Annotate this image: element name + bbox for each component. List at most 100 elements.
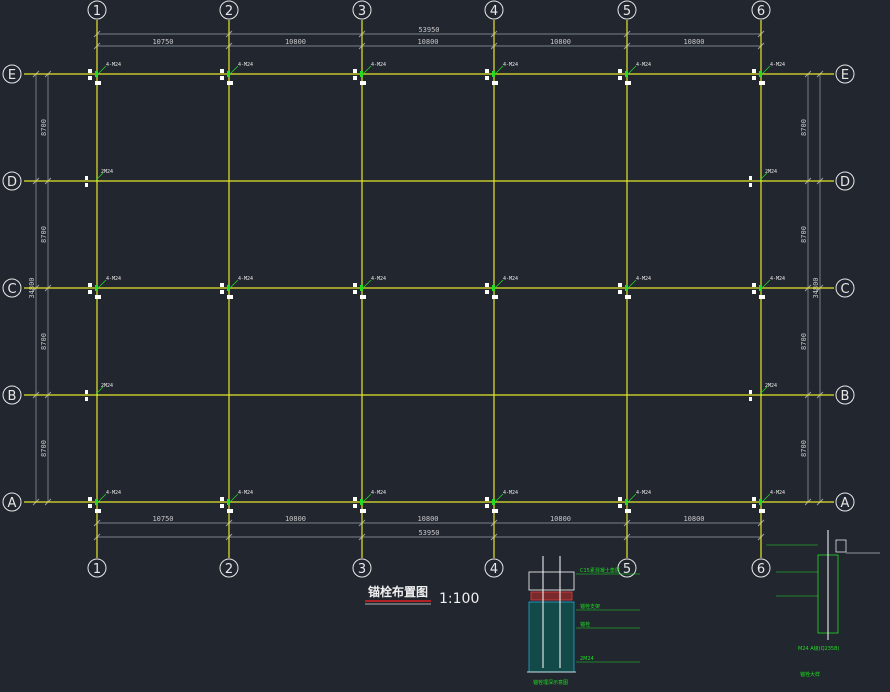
anchor-bolt-mark xyxy=(220,290,224,294)
anchor-bolt-mark xyxy=(485,497,489,501)
anchor-bolt-mark xyxy=(492,295,498,299)
detail-label-4: 2M24 xyxy=(580,656,594,662)
dim-row-spacing: 8700 xyxy=(40,226,48,243)
anchor-bolt-mark xyxy=(227,295,233,299)
anchor-plate-mark xyxy=(360,71,363,77)
anchor-tag: 4-M24 xyxy=(503,62,518,68)
axis-bubble-E-left: E xyxy=(2,64,22,84)
anchor-bolt-mark xyxy=(485,69,489,73)
axis-bubble-label: B xyxy=(841,389,850,404)
anchor-tag: 4-M24 xyxy=(503,490,518,496)
anchor-tag: 2M24 xyxy=(101,169,113,175)
dim-row-spacing: 8700 xyxy=(800,119,808,136)
anchor-bolt-mark xyxy=(618,69,622,73)
anchor-bolt-mark xyxy=(220,283,224,287)
plate-detail-label: M24 A级(Q235B) xyxy=(798,645,840,652)
dim-row-spacing: 8700 xyxy=(40,119,48,136)
anchor-bolt-mark xyxy=(85,176,88,180)
dim-column-spacing: 10800 xyxy=(417,515,438,523)
axis-bubbles: 1 1 2 2 3 3 4 4 5 5 6 6 E E D D C C B B A A xyxy=(2,0,855,578)
drawing-canvas: 10750 10800 10800 10800 10800 53950 10750 10800… xyxy=(2,0,880,686)
anchor-bolt-mark xyxy=(485,504,489,508)
plate-detail-title: 锚栓大样 xyxy=(800,671,820,678)
anchor-bolt-mark xyxy=(353,504,357,508)
axis-bubble-label: 1 xyxy=(93,562,101,577)
axis-bubble-6-top: 6 xyxy=(751,0,771,20)
anchor-tag: 4-M24 xyxy=(636,490,651,496)
anchor-leader xyxy=(627,65,637,75)
axis-bubble-label: 3 xyxy=(358,562,366,577)
anchor-plate-mark xyxy=(95,499,98,505)
detail-label-3: 锚栓 xyxy=(580,621,590,628)
anchor-bolt-mark xyxy=(220,497,224,501)
anchor-tag: 4-M24 xyxy=(770,276,785,282)
anchor-plate-mark xyxy=(492,285,495,291)
anchor-tag: 4-M24 xyxy=(106,62,121,68)
anchor-leader xyxy=(761,493,771,503)
anchor-bolt-mark xyxy=(618,497,622,501)
axis-bubble-label: C xyxy=(840,282,849,297)
anchor-tag: 4-M24 xyxy=(106,276,121,282)
anchor-bolt-mark xyxy=(749,397,752,401)
anchor-bolt-mark xyxy=(749,176,752,180)
axis-bubble-label: 6 xyxy=(757,562,765,577)
dim-column-total: 53950 xyxy=(418,26,439,34)
anchor-leader xyxy=(627,493,637,503)
anchor-bolt-mark xyxy=(220,76,224,80)
anchor-leader xyxy=(494,279,504,289)
anchor-bolt-mark xyxy=(752,283,756,287)
anchor-tag: 4-M24 xyxy=(238,62,253,68)
anchor-plate-detail: M24 A级(Q235B) 锚栓大样 xyxy=(766,530,880,678)
anchor-bolt-D6: 2M24 xyxy=(749,169,777,187)
anchor-tag: 4-M24 xyxy=(238,276,253,282)
dim-column-spacing: 10800 xyxy=(285,38,306,46)
detail-section-title: 锚栓埋深示意图 xyxy=(533,679,568,686)
axis-bubble-label: D xyxy=(7,175,17,190)
detail-label-1: C15素混凝土垫层 xyxy=(580,567,620,574)
axis-bubble-D-left: D xyxy=(2,171,22,191)
anchor-bolt-mark xyxy=(227,81,233,85)
anchor-plate-mark xyxy=(625,285,628,291)
anchor-leader xyxy=(97,493,107,503)
anchor-bolt-mark xyxy=(95,295,101,299)
axis-bubble-3-bottom: 3 xyxy=(352,558,372,578)
anchor-plate-mark xyxy=(492,499,495,505)
axis-bubble-label: 5 xyxy=(623,4,631,19)
anchor-tag: 4-M24 xyxy=(503,276,518,282)
axis-bubble-B-right: B xyxy=(835,385,855,405)
axis-bubble-C-right: C xyxy=(835,278,855,298)
anchor-leader xyxy=(494,493,504,503)
drawing-title-text: 锚栓布置图 xyxy=(368,584,428,599)
anchor-bolt-mark xyxy=(353,290,357,294)
anchor-bolt-mark xyxy=(360,295,366,299)
anchor-bolt-mark xyxy=(85,390,88,394)
anchor-tag: 4-M24 xyxy=(106,490,121,496)
anchor-bolt-mark xyxy=(227,509,233,513)
anchor-bolt-mark xyxy=(88,497,92,501)
anchor-plate-mark xyxy=(492,71,495,77)
anchor-bolt-mark xyxy=(749,183,752,187)
axis-bubble-label: D xyxy=(840,175,850,190)
axis-bubble-label: A xyxy=(841,496,850,511)
anchor-tag: 4-M24 xyxy=(770,490,785,496)
anchor-bolt-mark xyxy=(492,509,498,513)
anchor-leader xyxy=(362,65,372,75)
axis-bubble-5-top: 5 xyxy=(617,0,637,20)
anchor-bolt-mark xyxy=(353,497,357,501)
axis-bubble-label: 2 xyxy=(225,4,233,19)
anchor-bolt-mark xyxy=(353,69,357,73)
axis-bubble-B-left: B xyxy=(2,385,22,405)
anchor-bolt-mark xyxy=(353,76,357,80)
dim-column-total: 53950 xyxy=(418,529,439,537)
dim-column-spacing: 10750 xyxy=(152,38,173,46)
anchor-bolt-mark xyxy=(752,504,756,508)
plate-detail-nut xyxy=(835,539,847,553)
dim-column-spacing: 10800 xyxy=(285,515,306,523)
axis-bubble-label: A xyxy=(8,496,17,511)
anchor-plate-mark xyxy=(360,285,363,291)
anchor-bolt-mark xyxy=(88,504,92,508)
anchor-plate-mark xyxy=(759,71,762,77)
anchor-plate-mark xyxy=(95,285,98,291)
axis-bubble-label: 1 xyxy=(93,4,101,19)
anchor-plate-mark xyxy=(625,71,628,77)
